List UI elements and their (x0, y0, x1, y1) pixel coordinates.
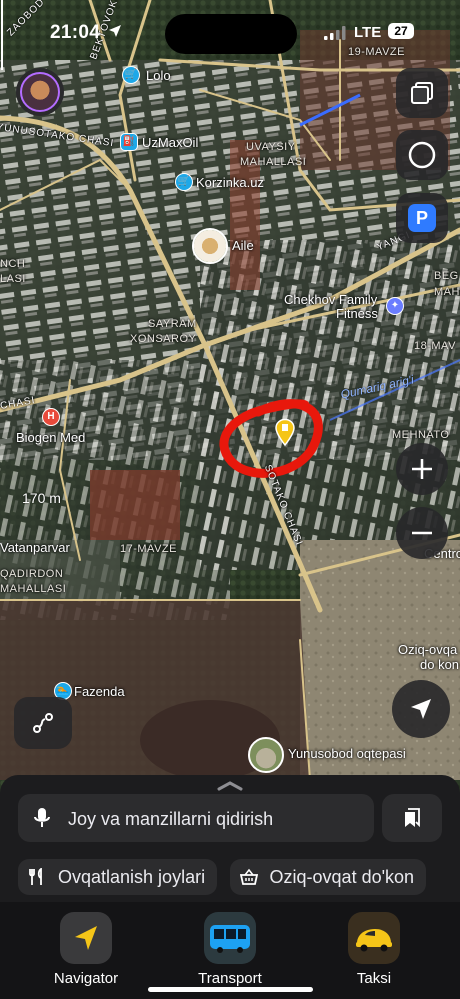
area-label: XONSAROY (130, 333, 197, 345)
locate-me-button[interactable] (392, 680, 450, 738)
area-label: NCH (0, 258, 26, 270)
area-label: MAHALLASI (0, 583, 67, 595)
poi-label[interactable]: Yunusobod oqtepasi (288, 746, 406, 761)
fork-knife-icon (29, 868, 42, 885)
chip-label: Oziq-ovqat do'kon (269, 866, 415, 887)
avatar-image (20, 72, 60, 112)
network-type: LTE (354, 24, 382, 41)
area-label: SAYRAM (148, 318, 197, 330)
microphone-icon[interactable] (34, 807, 50, 829)
fitness-icon[interactable]: ✦ (386, 297, 404, 315)
zoom-out-icon (412, 531, 432, 535)
layers-icon (411, 82, 433, 104)
search-placeholder: Joy va manzillarni qidirish (68, 809, 274, 829)
signal-icon (324, 26, 346, 40)
sheet-handle-icon[interactable] (216, 780, 244, 792)
poi-label[interactable]: do kon (420, 657, 459, 672)
location-arrow-icon (109, 25, 121, 37)
poi-label[interactable]: UzMaxOil (142, 135, 198, 150)
category-chip-food[interactable]: Ovqatlanish joylari (18, 859, 218, 895)
poi-label[interactable]: Oziq-ovqa (398, 642, 457, 657)
area-label: BEG (434, 270, 459, 282)
category-chip-grocery[interactable]: Oziq-ovqat do'kon (229, 859, 427, 895)
bottom-tab-bar: Navigator Transport Taksi (0, 902, 460, 999)
poi-label[interactable]: Fazenda (74, 684, 125, 699)
hospital-icon[interactable]: H (42, 408, 60, 426)
area-label: UVAYSIY (246, 141, 296, 153)
area-label: 18-MAV (414, 340, 456, 352)
tab-taxi[interactable]: Taksi (319, 912, 429, 987)
area-label: LASI (0, 273, 26, 285)
route-icon (33, 713, 53, 733)
app-screen: YUNUSOTAKO CHASI BEKTOVOKO SOTAKO CHASI … (0, 0, 460, 999)
tab-label: Transport (198, 970, 262, 987)
poi-label[interactable]: Vatanparvar (0, 540, 70, 555)
layers-button[interactable] (396, 68, 448, 118)
profile-avatar[interactable] (16, 68, 64, 116)
dynamic-island (165, 14, 297, 54)
traffic-button[interactable] (396, 130, 448, 180)
zoom-in-button[interactable] (396, 443, 448, 495)
poi-label[interactable]: Fitness (336, 306, 378, 321)
tab-navigator[interactable]: Navigator (31, 912, 141, 987)
route-button[interactable] (14, 697, 72, 749)
bookmark-icon (405, 808, 420, 828)
zoom-out-button[interactable] (396, 507, 448, 559)
home-indicator[interactable] (148, 987, 313, 992)
poi-label[interactable]: Lolo (146, 68, 171, 83)
status-time: 21:04 (50, 22, 101, 43)
area-label: QADIRDON (0, 568, 64, 580)
shop-icon[interactable]: 🛒 (175, 173, 193, 191)
area-label: MEHNATO (392, 429, 450, 441)
poi-label[interactable]: Aile (232, 238, 254, 253)
status-bar: 21:04 LTE 27 (0, 0, 460, 60)
basket-icon (239, 868, 258, 885)
landmark-photo-icon[interactable] (248, 737, 284, 773)
restaurant-photo-icon[interactable] (192, 228, 228, 264)
bookmarks-button[interactable] (382, 794, 442, 842)
tab-label: Navigator (53, 970, 119, 987)
shop-icon[interactable]: 🛒 (122, 66, 140, 84)
parking-icon: P (408, 204, 436, 232)
poi-label[interactable]: Chekhov Family (284, 292, 377, 307)
taxi-icon (348, 912, 400, 964)
zoom-in-icon (412, 459, 432, 479)
tab-transport[interactable]: Transport (175, 912, 285, 987)
area-label: MAH (434, 286, 460, 298)
scale-label: 170 m (22, 490, 61, 506)
search-input[interactable]: Joy va manzillarni qidirish (18, 794, 374, 842)
fuel-icon[interactable]: ⛽ (120, 133, 138, 151)
chip-label: Ovqatlanish joylari (58, 866, 206, 887)
bus-icon (204, 912, 256, 964)
poi-label[interactable]: Biogen Med (16, 430, 85, 445)
area-label: MAHALLASI (240, 156, 307, 168)
poi-label[interactable]: Korzinka.uz (196, 175, 264, 190)
tab-label: Taksi (356, 970, 392, 987)
parking-button[interactable]: P (396, 193, 448, 243)
traffic-icon (408, 141, 436, 169)
locate-icon (411, 699, 431, 719)
navigator-arrow-icon (60, 912, 112, 964)
area-label: 17-MAVZE (120, 543, 177, 555)
category-chips: Ovqatlanish joylari Oziq-ovqat do'kon (18, 859, 460, 899)
battery-icon: 27 (388, 23, 414, 39)
place-marker-icon[interactable] (274, 418, 296, 446)
